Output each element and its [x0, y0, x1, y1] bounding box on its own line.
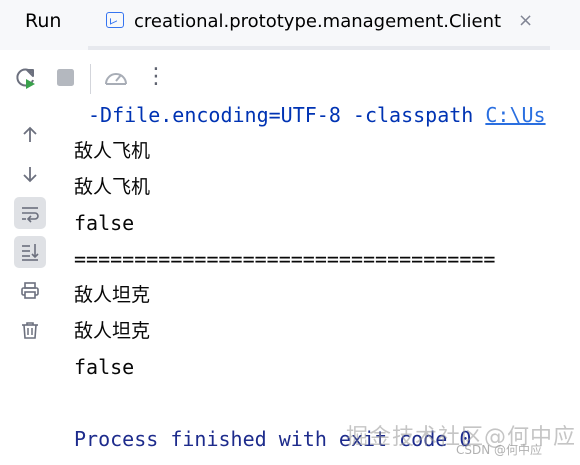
run-tool-window: Run creational.prototype.management.Clie…: [0, 0, 580, 465]
command-line: -Dfile.encoding=UTF-8 -classpath C:\Us: [88, 98, 546, 132]
trash-icon[interactable]: [14, 314, 46, 346]
arrow-down-icon[interactable]: [14, 158, 46, 190]
toolbar-separator: [90, 64, 91, 94]
run-configuration-tab[interactable]: creational.prototype.management.Client ×: [88, 0, 550, 50]
console-line: ===================================: [74, 247, 496, 271]
classpath-link[interactable]: C:\Us: [485, 103, 545, 127]
scroll-to-end-icon[interactable]: [14, 236, 46, 268]
console-line: 敌人飞机: [74, 140, 151, 162]
stop-icon[interactable]: [52, 64, 80, 92]
gauge-icon[interactable]: [102, 64, 130, 92]
soft-wrap-icon[interactable]: [14, 197, 46, 229]
rerun-icon[interactable]: [12, 64, 40, 92]
console-line: 敌人飞机: [74, 176, 151, 198]
console-line: false: [74, 355, 135, 379]
console-line: 敌人坦克: [74, 320, 151, 342]
arrow-up-icon[interactable]: [14, 119, 46, 151]
run-title: Run: [25, 10, 62, 32]
more-vertical-icon[interactable]: ⋮: [142, 64, 170, 92]
close-icon[interactable]: ×: [518, 10, 533, 31]
watermark-sub: CSDN @何中应: [456, 443, 543, 457]
console-line: false: [74, 211, 135, 235]
console-line: 敌人坦克: [74, 284, 151, 306]
console-gutter: [0, 105, 56, 465]
console-output[interactable]: -Dfile.encoding=UTF-8 -classpath C:\Us 敌…: [56, 96, 580, 465]
tab-label: creational.prototype.management.Client: [134, 11, 502, 32]
tool-window-header: Run creational.prototype.management.Clie…: [0, 0, 580, 50]
application-icon: [106, 12, 124, 28]
print-icon[interactable]: [14, 275, 46, 307]
command-text: -Dfile.encoding=UTF-8 -classpath: [88, 103, 486, 127]
